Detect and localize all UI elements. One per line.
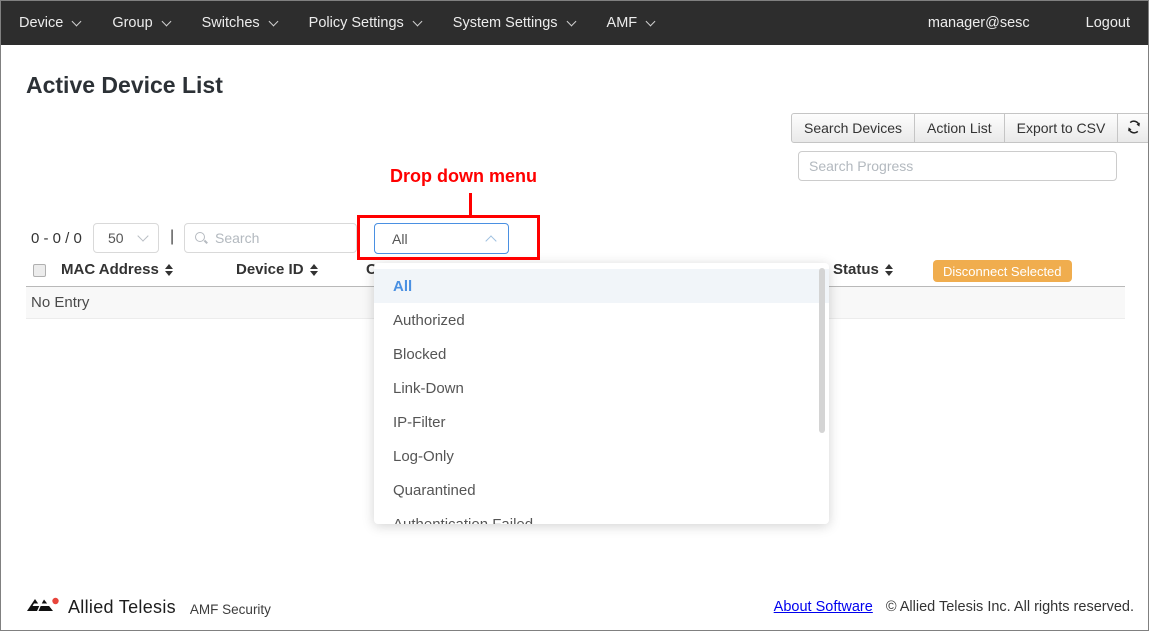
- sort-icon: [310, 264, 318, 276]
- table-search-input[interactable]: [215, 230, 347, 246]
- nav-item-label: Switches: [202, 15, 260, 31]
- column-label: Status: [833, 261, 879, 278]
- dropdown-option-link-down[interactable]: Link-Down: [374, 371, 829, 405]
- nav-item-amf[interactable]: AMF: [607, 15, 655, 31]
- brand-name: Allied Telesis: [68, 597, 176, 618]
- nav-item-label: Policy Settings: [309, 15, 404, 31]
- chevron-down-icon: [161, 16, 171, 26]
- chevron-down-icon: [566, 16, 576, 26]
- nav-item-label: System Settings: [453, 15, 558, 31]
- dropdown-option-quarantined[interactable]: Quarantined: [374, 473, 829, 507]
- product-name: AMF Security: [190, 602, 271, 617]
- annotation-pointer-line: [469, 193, 472, 216]
- nav-item-label: AMF: [607, 15, 638, 31]
- app-window: Device Group Switches Policy Settings Sy…: [0, 0, 1149, 631]
- chevron-up-icon: [485, 235, 496, 246]
- controls-separator: |: [170, 228, 174, 246]
- nav-right: manager@sesc Logout: [928, 15, 1130, 31]
- nav-item-policy-settings[interactable]: Policy Settings: [309, 15, 421, 31]
- nav-item-label: Group: [112, 15, 152, 31]
- nav-menu: Device Group Switches Policy Settings Sy…: [19, 15, 654, 31]
- nav-item-group[interactable]: Group: [112, 15, 169, 31]
- result-range-label: 0 - 0 / 0: [31, 230, 82, 247]
- search-icon: [194, 231, 208, 245]
- status-filter-dropdown-panel: All Authorized Blocked Link-Down IP-Filt…: [374, 263, 829, 524]
- footer-right: About Software © Allied Telesis Inc. All…: [774, 599, 1134, 615]
- page-size-value: 50: [108, 230, 124, 246]
- logout-button[interactable]: Logout: [1086, 15, 1130, 31]
- user-account-label[interactable]: manager@sesc: [928, 15, 1030, 31]
- column-label: MAC Address: [61, 261, 159, 278]
- dropdown-option-authorized[interactable]: Authorized: [374, 303, 829, 337]
- annotation-text: Drop down menu: [390, 166, 537, 187]
- chevron-down-icon: [412, 16, 422, 26]
- page-footer: Allied Telesis AMF Security About Softwa…: [1, 584, 1148, 630]
- toolbar-button-group: Search Devices Action List Export to CSV: [791, 113, 1149, 143]
- status-filter-select[interactable]: All: [374, 223, 509, 254]
- action-list-button[interactable]: Action List: [914, 113, 1005, 143]
- status-filter-value: All: [392, 231, 408, 247]
- table-search-box: [184, 223, 357, 253]
- column-label: Device ID: [236, 261, 304, 278]
- select-all-checkbox[interactable]: [33, 264, 46, 277]
- dropdown-option-clipped[interactable]: Authentication Failed: [374, 507, 829, 524]
- chevron-down-icon: [72, 16, 82, 26]
- dropdown-option-all[interactable]: All: [374, 269, 829, 303]
- search-devices-button[interactable]: Search Devices: [791, 113, 915, 143]
- nav-item-label: Device: [19, 15, 63, 31]
- dropdown-option-blocked[interactable]: Blocked: [374, 337, 829, 371]
- page-size-select[interactable]: 50: [93, 223, 159, 253]
- disconnect-selected-button[interactable]: Disconnect Selected: [933, 260, 1072, 282]
- nav-item-device[interactable]: Device: [19, 15, 80, 31]
- refresh-button[interactable]: [1117, 113, 1149, 143]
- chevron-down-icon: [268, 16, 278, 26]
- dropdown-option-log-only[interactable]: Log-Only: [374, 439, 829, 473]
- chevron-down-icon: [646, 16, 656, 26]
- column-header-device-id[interactable]: Device ID: [236, 261, 318, 278]
- top-navbar: Device Group Switches Policy Settings Sy…: [1, 1, 1148, 45]
- empty-row-text: No Entry: [26, 294, 89, 311]
- export-csv-button[interactable]: Export to CSV: [1004, 113, 1119, 143]
- search-progress-input[interactable]: [798, 151, 1117, 181]
- column-header-mac-address[interactable]: MAC Address: [61, 261, 173, 278]
- brand: Allied Telesis: [26, 594, 176, 621]
- page-title: Active Device List: [26, 72, 223, 99]
- about-software-link[interactable]: About Software: [774, 599, 873, 615]
- sort-icon: [165, 264, 173, 276]
- column-header-status[interactable]: Status: [833, 261, 893, 278]
- dropdown-scrollbar-thumb[interactable]: [819, 268, 825, 433]
- chevron-down-icon: [137, 230, 148, 241]
- nav-item-switches[interactable]: Switches: [202, 15, 277, 31]
- copyright-text: © Allied Telesis Inc. All rights reserve…: [886, 599, 1134, 615]
- sort-icon: [885, 264, 893, 276]
- allied-telesis-logo-icon: [26, 594, 60, 621]
- refresh-icon: [1126, 119, 1142, 138]
- dropdown-option-ip-filter[interactable]: IP-Filter: [374, 405, 829, 439]
- nav-item-system-settings[interactable]: System Settings: [453, 15, 575, 31]
